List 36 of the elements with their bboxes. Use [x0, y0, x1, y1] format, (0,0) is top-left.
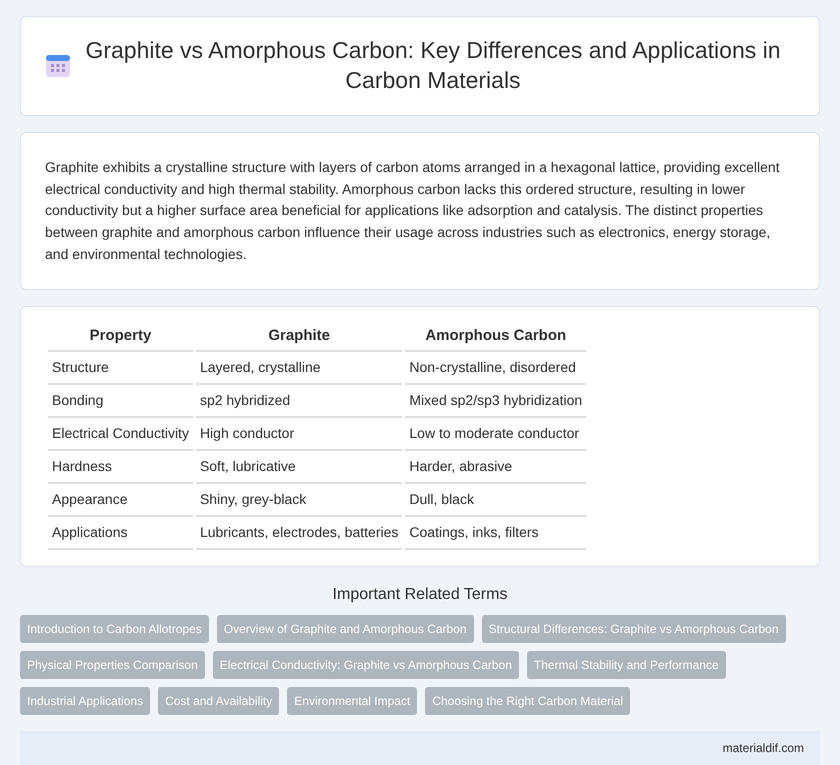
related-term-tag[interactable]: Thermal Stability and Performance [526, 650, 726, 679]
table-cell: Coatings, inks, filters [405, 516, 586, 550]
related-term-tag[interactable]: Structural Differences: Graphite vs Amorphous Carbon [482, 614, 786, 643]
table-cell: Soft, lubricative [196, 450, 402, 484]
intro-paragraph: Graphite exhibits a crystalline structure with layers of carbon atoms arranged in a hexagonal lattice, providing excellent electrical conductivity and high thermal stability. Amorphous carbon lacks this ordered structure, resulting in lower conductivity but a higher surface area beneficial for applications like adsorption and catalysis. The distinct properties between graphite and amorphous carbon influence their usage across industries such as electronics, energy storage, and environmental technologies. [45, 158, 781, 264]
related-term-tag[interactable]: Introduction to Carbon Allotropes [20, 614, 209, 643]
table-cell: Non-crystalline, disordered [405, 352, 586, 385]
related-term-tag[interactable]: Physical Properties Comparison [20, 650, 205, 679]
table-cell: Harder, abrasive [405, 450, 586, 484]
table-cell: Mixed sp2/sp3 hybridization [405, 384, 586, 418]
table-cell: Appearance [48, 484, 193, 517]
section-heading: Important Related Terms [332, 586, 508, 603]
related-term-tag[interactable]: Choosing the Right Carbon Material [425, 686, 630, 715]
column-header: Graphite [196, 323, 402, 352]
table-cell: Low to moderate conductor [405, 418, 586, 451]
related-term-tag[interactable]: Overview of Graphite and Amorphous Carbon [216, 614, 474, 643]
table-cell: Dull, black [405, 484, 586, 517]
table-cell: Shiny, grey-black [196, 484, 402, 517]
table-cell: sp2 hybridized [196, 384, 402, 418]
table-cell: Lubricants, electrodes, batteries [196, 516, 402, 550]
calendar-icon [45, 53, 71, 79]
related-term-tag[interactable]: Industrial Applications [20, 686, 150, 715]
related-term-tag[interactable]: Cost and Availability [158, 686, 280, 715]
table-cell: Electrical Conductivity [48, 418, 193, 451]
table-cell: Hardness [48, 450, 193, 484]
table-cell: Bonding [48, 384, 193, 418]
table-cell: Structure [48, 352, 193, 385]
related-term-tag[interactable]: Environmental Impact [287, 686, 418, 715]
site-name: materialdif.com [722, 740, 804, 755]
table-cell: High conductor [196, 418, 402, 451]
table-cell: Layered, crystalline [196, 352, 402, 385]
column-header: Property [48, 323, 193, 352]
column-header: Amorphous Carbon [405, 323, 586, 352]
related-term-tag[interactable]: Electrical Conductivity: Graphite vs Amorphous Carbon [212, 650, 519, 679]
table-cell: Applications [48, 516, 193, 550]
page-title: Graphite vs Amorphous Carbon: Key Differences and Applications in Carbon Materials [84, 36, 782, 95]
